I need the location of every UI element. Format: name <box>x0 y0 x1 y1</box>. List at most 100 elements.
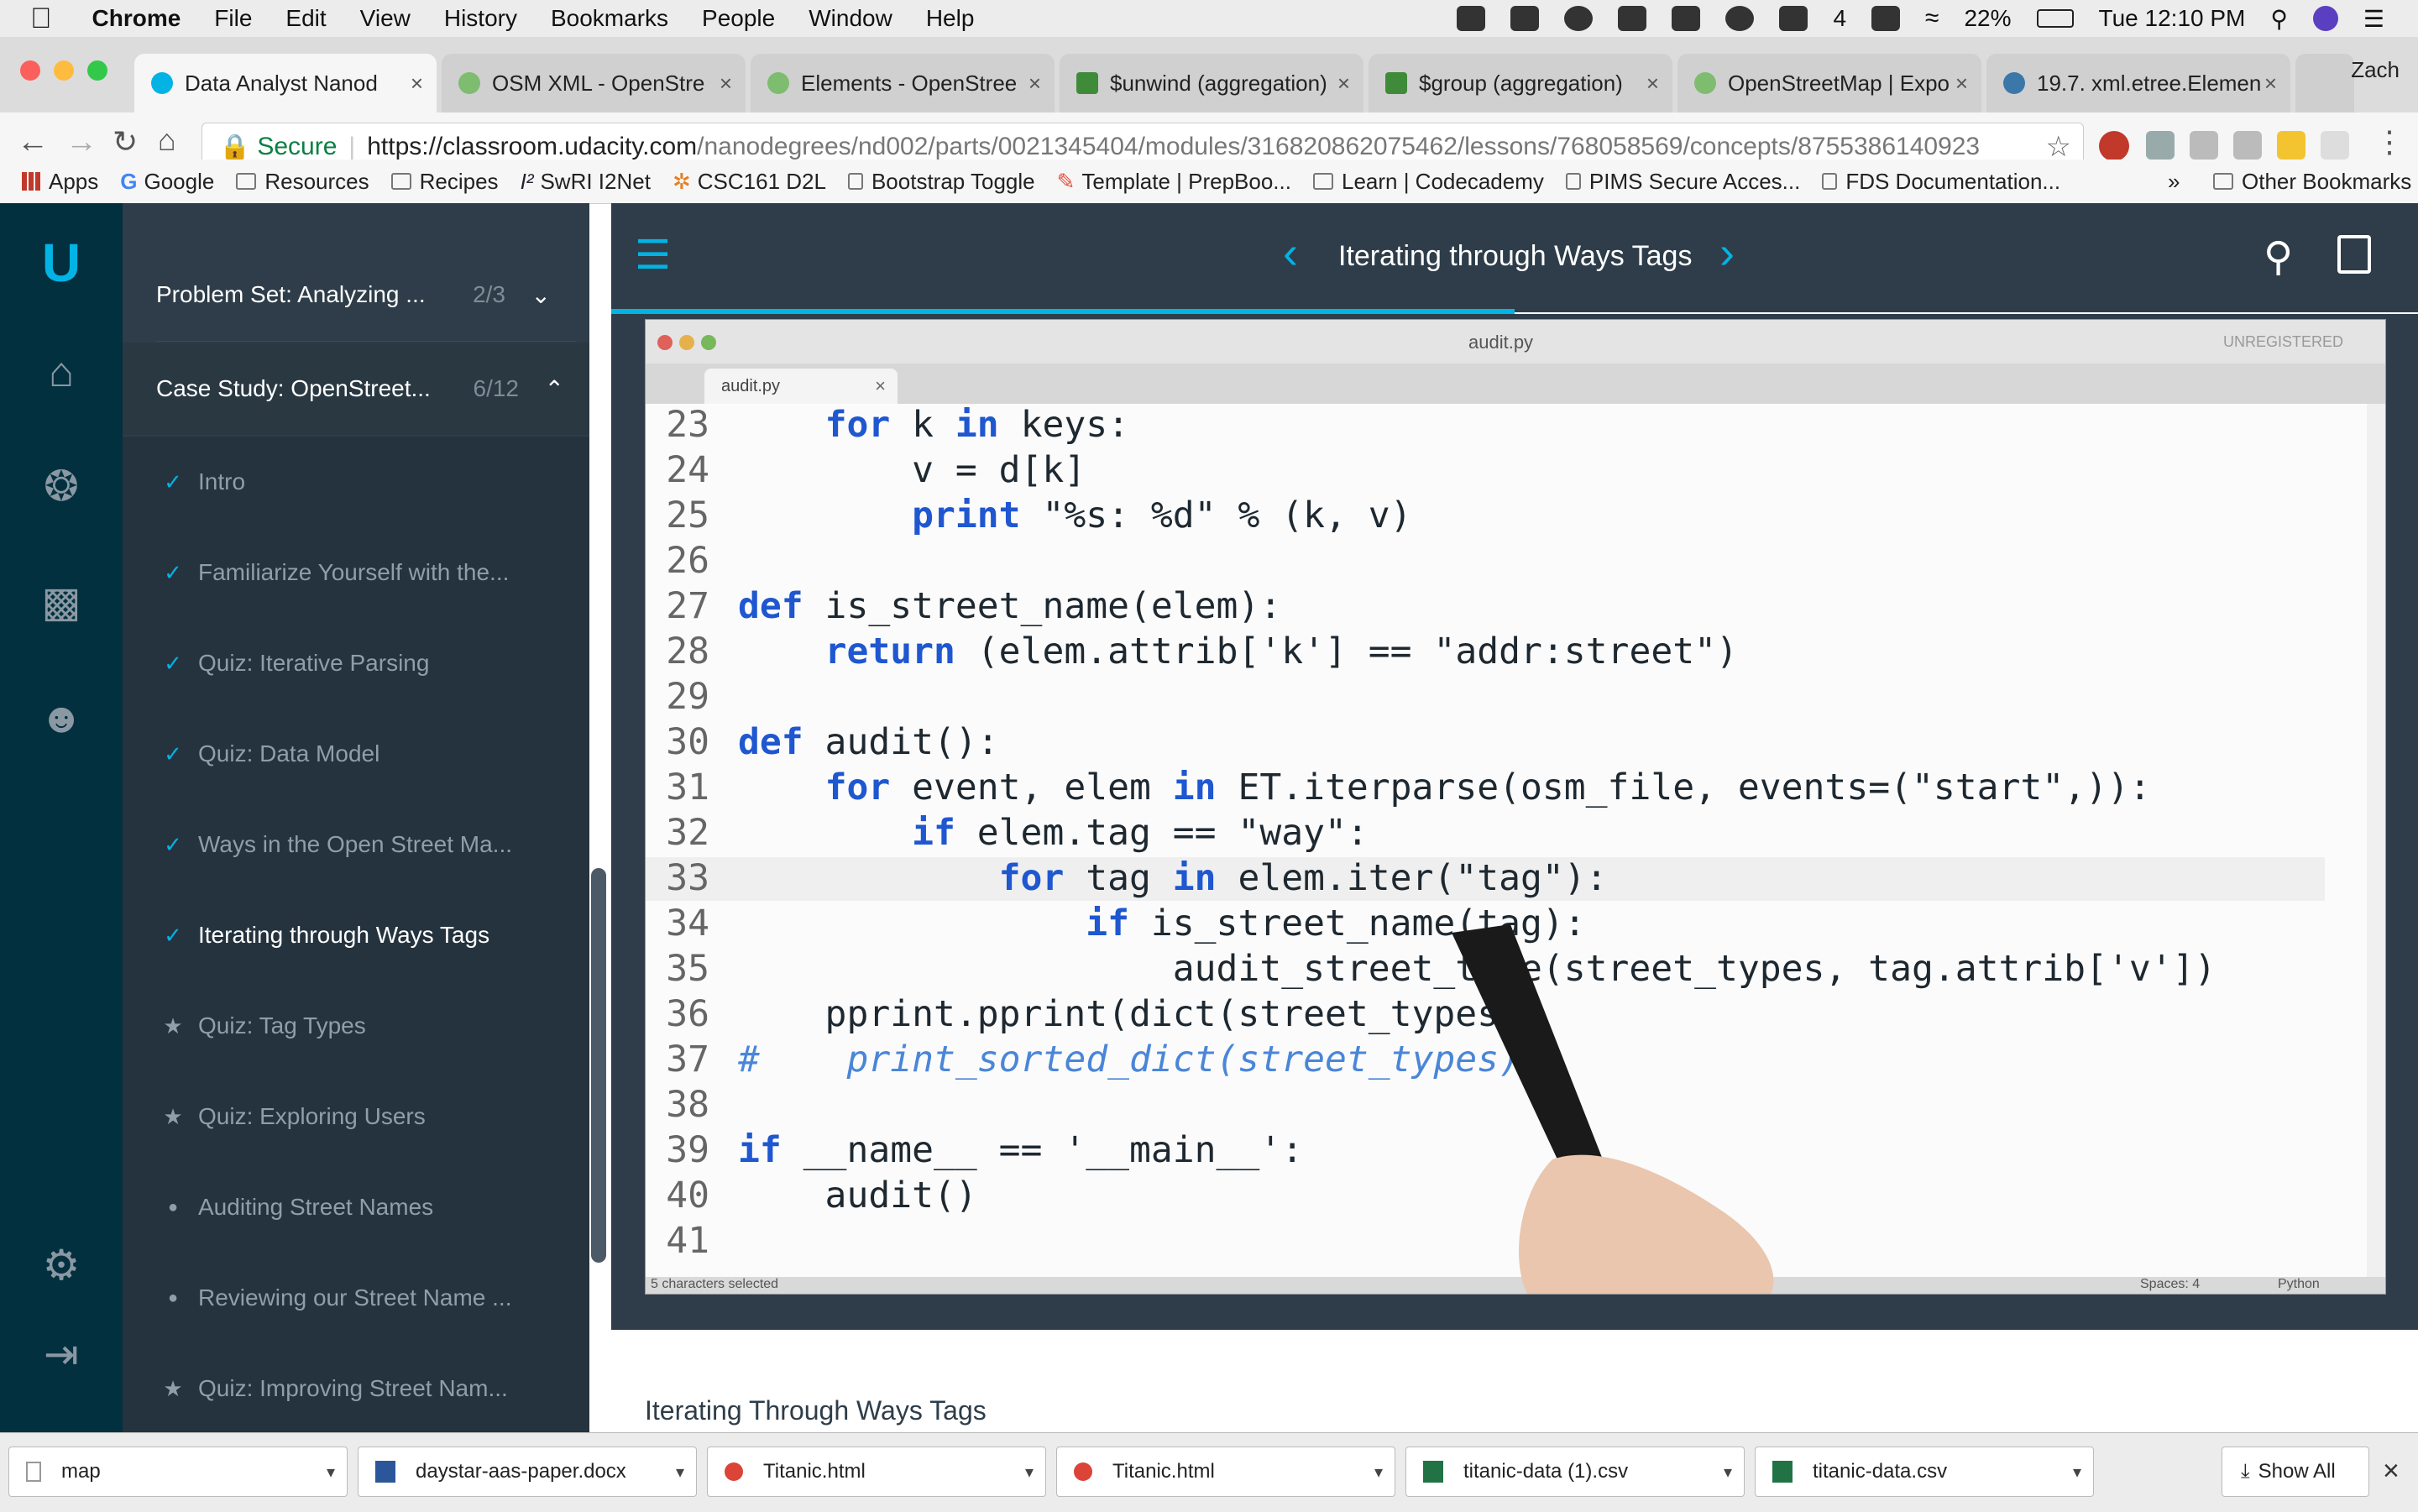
tab-close-icon[interactable]: × <box>1955 71 1968 97</box>
profile-name[interactable]: Zach <box>2351 57 2400 83</box>
hamburger-menu-icon[interactable]: ☰ <box>635 232 671 279</box>
concept-item[interactable]: ● Reviewing our Street Name ... <box>148 1253 576 1343</box>
download-item[interactable]: map ▾ <box>8 1447 348 1497</box>
menu-view[interactable]: View <box>360 5 411 32</box>
tab-close-icon[interactable]: × <box>720 71 732 97</box>
tab-close-icon[interactable]: × <box>1028 71 1041 97</box>
concept-item[interactable]: ★ Quiz: Exploring Users <box>148 1071 576 1162</box>
menu-app-name[interactable]: Chrome <box>92 5 181 32</box>
concept-item[interactable]: ✓ Familiarize Yourself with the... <box>148 527 576 618</box>
new-tab-button[interactable] <box>2295 54 2354 112</box>
chevron-down-icon[interactable]: ▾ <box>1025 1462 1034 1483</box>
chevron-down-icon[interactable]: ▾ <box>2073 1462 2081 1483</box>
siri-icon[interactable] <box>2312 6 2338 31</box>
concept-item[interactable]: ✓ Quiz: Data Model <box>148 709 576 799</box>
battery-percent[interactable]: 22% <box>1964 5 2011 32</box>
wifi-icon[interactable]: ≈ <box>1925 4 1939 33</box>
creative-cloud-icon[interactable] <box>1725 6 1755 31</box>
menu-window[interactable]: Window <box>809 5 892 32</box>
bookmark-link[interactable]: ✲ CSC161 D2L <box>673 169 826 195</box>
next-concept-chevron-icon[interactable]: › <box>1719 227 1735 279</box>
concept-item-current[interactable]: ✓ Iterating through Ways Tags <box>148 890 576 981</box>
extension-icon[interactable] <box>2099 131 2129 161</box>
logout-icon[interactable]: ⇥ <box>32 1325 91 1384</box>
reload-icon[interactable]: ↻ <box>113 124 138 160</box>
download-item[interactable]: titanic-data.csv ▾ <box>1755 1447 2094 1497</box>
window-zoom-button[interactable] <box>87 60 107 81</box>
menu-people[interactable]: People <box>702 5 775 32</box>
notification-center-icon[interactable]: ☰ <box>2363 5 2384 33</box>
browser-tab[interactable]: Data Analyst Nanod × <box>134 54 437 112</box>
bookmark-link[interactable]: PIMS Secure Acces... <box>1565 169 1800 195</box>
tab-close-icon[interactable]: × <box>411 71 423 97</box>
concept-item[interactable]: ✓ Intro <box>148 437 576 527</box>
home-icon[interactable]: ⌂ <box>158 123 176 158</box>
bookmark-apps[interactable]: Apps <box>22 169 98 195</box>
bookmark-link[interactable]: I² SwRI I2Net <box>521 169 651 195</box>
home-icon[interactable]: ⌂ <box>32 343 91 401</box>
dropbox-icon[interactable] <box>1457 6 1486 31</box>
menu-file[interactable]: File <box>214 5 252 32</box>
close-downloads-icon[interactable]: × <box>2383 1455 2400 1488</box>
window-minimize-button[interactable] <box>54 60 74 81</box>
browser-tab[interactable]: OpenStreetMap | Expo × <box>1677 54 1981 112</box>
bookmark-folder[interactable]: Recipes <box>390 169 499 195</box>
tab-close-icon[interactable]: × <box>1646 71 1659 97</box>
sidebar-section-case-study[interactable]: Case Study: OpenStreet... 6/12 ⌃ <box>123 343 589 435</box>
udacity-logo-icon[interactable]: U <box>32 233 91 292</box>
bookmark-link[interactable]: Learn | Codecademy <box>1312 169 1544 195</box>
window-close-button[interactable] <box>20 60 40 81</box>
chat-icon[interactable]: ▩ <box>32 573 91 631</box>
bookmark-other[interactable]: Other Bookmarks <box>2213 169 2411 195</box>
status-app-icon[interactable] <box>1510 6 1540 31</box>
menu-bookmarks[interactable]: Bookmarks <box>551 5 668 32</box>
download-item[interactable]: Titanic.html ▾ <box>707 1447 1046 1497</box>
concept-item[interactable]: ● Auditing Street Names <box>148 1162 576 1253</box>
browser-tab[interactable]: $group (aggregation) × <box>1369 54 1672 112</box>
browser-tab[interactable]: $unwind (aggregation) × <box>1060 54 1363 112</box>
profile-badge-icon[interactable]: ☻ <box>32 688 91 747</box>
tab-close-icon[interactable]: × <box>2264 71 2277 97</box>
extension-icon[interactable] <box>2146 131 2175 160</box>
browser-tab[interactable]: OSM XML - OpenStre × <box>442 54 746 112</box>
chevron-down-icon[interactable]: ▾ <box>676 1462 684 1483</box>
concept-item[interactable]: ✓ Ways in the Open Street Ma... <box>148 799 576 890</box>
menu-history[interactable]: History <box>444 5 517 32</box>
extension-icon[interactable] <box>2321 131 2349 160</box>
bookmark-star-icon[interactable]: ☆ <box>2046 130 2071 164</box>
menu-help[interactable]: Help <box>926 5 975 32</box>
bookmark-google[interactable]: G Google <box>120 169 214 195</box>
settings-gear-icon[interactable]: ⚙ <box>32 1236 91 1295</box>
concept-item[interactable]: ★ Quiz: Improving Street Nam... <box>148 1343 576 1434</box>
back-arrow-icon[interactable]: ← <box>17 124 49 160</box>
chevron-down-icon[interactable]: ▾ <box>327 1462 335 1483</box>
download-item[interactable]: titanic-data (1).csv ▾ <box>1405 1447 1745 1497</box>
menubar-clock[interactable]: Tue 12:10 PM <box>2099 5 2246 32</box>
concept-item[interactable]: ★ Quiz: Tag Types <box>148 981 576 1071</box>
forward-arrow-icon[interactable]: → <box>65 124 97 160</box>
bookmark-link[interactable]: FDS Documentation... <box>1822 169 2060 195</box>
compass-icon[interactable]: ❂ <box>32 457 91 515</box>
resources-icon[interactable] <box>2337 235 2371 274</box>
sidebar-scrollbar[interactable] <box>591 868 606 1263</box>
status-app-icon[interactable] <box>1672 6 1701 31</box>
tab-close-icon[interactable]: × <box>1337 71 1350 97</box>
spotlight-search-icon[interactable]: ⚲ <box>2270 5 2288 33</box>
browser-tab[interactable]: 19.7. xml.etree.Elemen × <box>1986 54 2290 112</box>
bookmarks-overflow-icon[interactable]: » <box>2168 169 2180 195</box>
bookmark-link[interactable]: Bootstrap Toggle <box>847 169 1035 195</box>
chevron-down-icon[interactable]: ▾ <box>1374 1462 1383 1483</box>
browser-tab[interactable]: Elements - OpenStree × <box>751 54 1055 112</box>
status-app-icon[interactable] <box>1564 6 1594 31</box>
previous-concept-chevron-icon[interactable]: ‹ <box>1283 227 1298 279</box>
download-item[interactable]: Titanic.html ▾ <box>1056 1447 1395 1497</box>
status-app-icon[interactable] <box>1779 6 1808 31</box>
download-item[interactable]: daystar-aas-paper.docx ▾ <box>358 1447 697 1497</box>
extension-icon[interactable] <box>2190 131 2218 160</box>
search-icon[interactable]: ⚲ <box>2264 233 2293 280</box>
apple-menu-icon[interactable]:  <box>30 3 52 35</box>
bookmark-folder[interactable]: Resources <box>236 169 369 195</box>
show-all-downloads-button[interactable]: ⤓ Show All <box>2222 1447 2369 1497</box>
chrome-menu-icon[interactable]: ⋮ <box>2374 124 2405 160</box>
extension-icon[interactable] <box>2233 131 2262 160</box>
